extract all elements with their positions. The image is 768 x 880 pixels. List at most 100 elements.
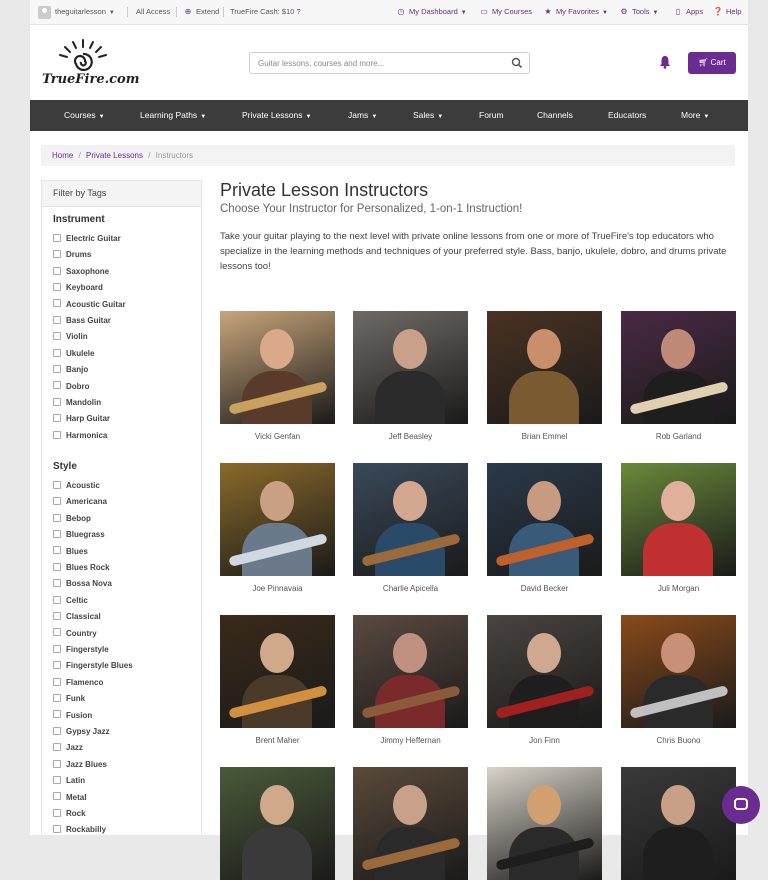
- instructor-card[interactable]: [487, 767, 602, 880]
- instructor-photo[interactable]: [487, 311, 602, 424]
- nav-item-educators[interactable]: Educators: [608, 100, 646, 131]
- instructor-photo[interactable]: [621, 463, 736, 576]
- checkbox[interactable]: [53, 694, 61, 703]
- style-option[interactable]: Fingerstyle: [53, 644, 109, 656]
- instructor-card[interactable]: Brent Maher: [220, 615, 335, 745]
- instructor-card[interactable]: [353, 767, 468, 880]
- instrument-option[interactable]: Acoustic Guitar: [53, 299, 126, 311]
- account-menu[interactable]: theguitarlesson ▼: [38, 0, 115, 24]
- instructor-card[interactable]: Jon Finn: [487, 615, 602, 745]
- checkbox[interactable]: [53, 825, 61, 834]
- breadcrumb-private-lessons[interactable]: Private Lessons: [86, 151, 143, 160]
- style-option[interactable]: Fusion: [53, 710, 92, 722]
- checkbox[interactable]: [53, 430, 61, 439]
- instructor-photo[interactable]: [487, 767, 602, 880]
- instructor-photo[interactable]: [487, 463, 602, 576]
- style-option[interactable]: Rock: [53, 808, 86, 820]
- instructor-name[interactable]: Brian Emmel: [487, 432, 602, 441]
- nav-item-private-lessons[interactable]: Private Lessons ▼: [242, 100, 311, 131]
- bell-icon[interactable]: [659, 55, 671, 69]
- style-option[interactable]: Latin: [53, 775, 85, 787]
- instructor-photo[interactable]: [487, 615, 602, 728]
- instructor-card[interactable]: Chris Buono: [621, 615, 736, 745]
- nav-item-courses[interactable]: Courses ▼: [64, 100, 105, 131]
- instrument-option[interactable]: Banjo: [53, 364, 88, 376]
- checkbox[interactable]: [53, 348, 61, 357]
- instructor-card[interactable]: Jeff Beasley: [353, 311, 468, 441]
- checkbox[interactable]: [53, 776, 61, 785]
- style-option[interactable]: Bluegrass: [53, 529, 105, 541]
- instrument-option[interactable]: Electric Guitar: [53, 233, 121, 245]
- instructor-name[interactable]: Juli Morgan: [621, 584, 736, 593]
- checkbox[interactable]: [53, 808, 61, 817]
- checkbox[interactable]: [53, 299, 61, 308]
- instrument-option[interactable]: Harmonica: [53, 430, 107, 442]
- instructor-name[interactable]: Vicki Genfan: [220, 432, 335, 441]
- checkbox[interactable]: [53, 250, 61, 259]
- style-option[interactable]: Americana: [53, 496, 107, 508]
- instrument-option[interactable]: Saxophone: [53, 266, 109, 278]
- all-access-link[interactable]: All Access: [136, 0, 170, 24]
- style-option[interactable]: Celtic: [53, 595, 88, 607]
- checkbox[interactable]: [53, 792, 61, 801]
- instructor-photo[interactable]: [220, 463, 335, 576]
- checkbox[interactable]: [53, 233, 61, 242]
- style-option[interactable]: Blues Rock: [53, 562, 110, 574]
- style-option[interactable]: Classical: [53, 611, 101, 623]
- checkbox[interactable]: [53, 628, 61, 637]
- instructor-name[interactable]: Chris Buono: [621, 736, 736, 745]
- nav-item-more[interactable]: More ▼: [681, 100, 709, 131]
- checkbox[interactable]: [53, 497, 61, 506]
- instructor-photo[interactable]: [353, 311, 468, 424]
- style-option[interactable]: Jazz: [53, 742, 83, 754]
- checkbox[interactable]: [53, 661, 61, 670]
- checkbox[interactable]: [53, 414, 61, 423]
- style-option[interactable]: Fingerstyle Blues: [53, 660, 133, 672]
- instructor-name[interactable]: Charlie Apicella: [353, 584, 468, 593]
- instructor-photo[interactable]: [353, 463, 468, 576]
- breadcrumb-home[interactable]: Home: [52, 151, 73, 160]
- cart-button[interactable]: 🛒︎ Cart: [688, 52, 736, 74]
- style-option[interactable]: Metal: [53, 792, 86, 804]
- apps-link[interactable]: ▯ Apps: [673, 0, 703, 24]
- my-courses-link[interactable]: ▭ My Courses: [479, 0, 532, 24]
- instructor-name[interactable]: Joe Pinnavaia: [220, 584, 335, 593]
- checkbox[interactable]: [53, 546, 61, 555]
- search-input[interactable]: [258, 56, 498, 70]
- instrument-option[interactable]: Drums: [53, 249, 91, 261]
- checkbox[interactable]: [53, 579, 61, 588]
- instrument-option[interactable]: Mandolin: [53, 397, 101, 409]
- checkbox[interactable]: [53, 743, 61, 752]
- instructor-card[interactable]: Jimmy Heffernan: [353, 615, 468, 745]
- nav-item-sales[interactable]: Sales ▼: [413, 100, 443, 131]
- instructor-name[interactable]: Jimmy Heffernan: [353, 736, 468, 745]
- nav-item-learning-paths[interactable]: Learning Paths ▼: [140, 100, 206, 131]
- style-option[interactable]: Funk: [53, 693, 85, 705]
- my-favorites-link[interactable]: ★ My Favorites ▼: [543, 0, 607, 24]
- truefire-logo[interactable]: TrueFire.com: [42, 38, 139, 90]
- checkbox[interactable]: [53, 562, 61, 571]
- instrument-option[interactable]: Ukulele: [53, 348, 94, 360]
- instrument-option[interactable]: Keyboard: [53, 282, 103, 294]
- instructor-photo[interactable]: [220, 615, 335, 728]
- instructor-card[interactable]: Vicki Genfan: [220, 311, 335, 441]
- help-link[interactable]: ❓ Help: [713, 0, 741, 24]
- search-icon[interactable]: [511, 57, 523, 69]
- instructor-name[interactable]: Rob Garland: [621, 432, 736, 441]
- truefire-cash-link[interactable]: TrueFire Cash: $10 ?: [230, 0, 301, 24]
- style-option[interactable]: Acoustic: [53, 480, 100, 492]
- instructor-photo[interactable]: [621, 615, 736, 728]
- instructor-card[interactable]: Charlie Apicella: [353, 463, 468, 593]
- checkbox[interactable]: [53, 315, 61, 324]
- style-option[interactable]: Bossa Nova: [53, 578, 112, 590]
- instructor-name[interactable]: David Becker: [487, 584, 602, 593]
- checkbox[interactable]: [53, 677, 61, 686]
- instructor-photo[interactable]: [220, 311, 335, 424]
- nav-item-jams[interactable]: Jams ▼: [348, 100, 377, 131]
- checkbox[interactable]: [53, 612, 61, 621]
- instructor-card[interactable]: David Becker: [487, 463, 602, 593]
- instrument-option[interactable]: Bass Guitar: [53, 315, 111, 327]
- checkbox[interactable]: [53, 759, 61, 768]
- instructor-card[interactable]: Rob Garland: [621, 311, 736, 441]
- instructor-name[interactable]: Jeff Beasley: [353, 432, 468, 441]
